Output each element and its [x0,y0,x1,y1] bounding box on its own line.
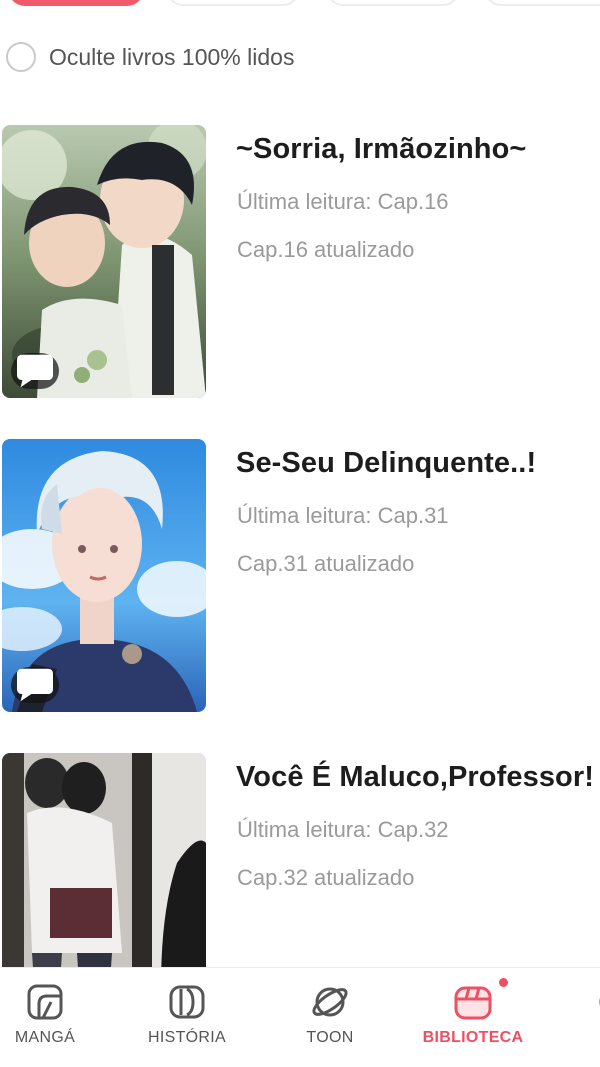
filter-chip[interactable] [326,0,460,6]
book-cover[interactable] [2,125,206,398]
manga-icon [27,984,63,1020]
hide-read-radio[interactable] [6,42,36,72]
planet-icon [312,987,348,1017]
book-update-status: Cap.32 atualizado [237,865,415,890]
nav-label-toon: TOON [306,1029,354,1046]
nav-label-manga: MANGÁ [14,1029,76,1046]
book-item[interactable]: ~Sorria, Irmãozinho~ Última leitura: Cap… [0,125,600,400]
nav-tab-toon[interactable]: TOON [270,968,390,1067]
nav-tab-manga[interactable]: MANGÁ [0,968,105,1067]
hide-read-toggle[interactable]: Oculte livros 100% lidos [6,40,294,74]
comment-icon [11,353,59,389]
book-last-read: Última leitura: Cap.32 [237,817,449,842]
nav-tab-profile[interactable] [556,968,600,1067]
book-item[interactable]: Se-Seu Delinquente..! Última leitura: Ca… [0,439,600,714]
book-title: ~Sorria, Irmãozinho~ [236,133,527,165]
filter-chip[interactable] [484,0,600,6]
hide-read-label: Oculte livros 100% lidos [49,43,295,70]
nav-tab-historia[interactable]: HISTÓRIA [127,968,247,1067]
book-cover[interactable] [2,439,206,712]
book-title: Se-Seu Delinquente..! [236,447,537,479]
library-screen: Oculte livros 100% lidos ~Sorria, Irmãoz… [0,0,600,1067]
nav-tab-biblioteca[interactable]: BIBLIOTECA [413,968,533,1067]
book-last-read: Última leitura: Cap.16 [237,189,449,214]
book-update-status: Cap.16 atualizado [237,237,415,262]
nav-label-biblioteca: BIBLIOTECA [422,1029,524,1046]
library-icon [454,986,492,1020]
filter-chip-bar [0,0,600,8]
book-update-status: Cap.31 atualizado [237,551,415,576]
book-last-read: Última leitura: Cap.31 [237,503,449,528]
filter-chip[interactable] [166,0,300,6]
bottom-navigation: MANGÁ HISTÓRIA TOON BIBLIOTECA [0,967,600,1067]
nav-label-historia: HISTÓRIA [148,1029,226,1046]
book-title: Você É Maluco,Professor! [236,761,595,793]
filter-chip-active[interactable] [8,0,144,6]
comment-icon [11,667,59,703]
profile-icon [599,997,600,1007]
book-icon [169,985,205,1019]
notification-dot [498,977,509,988]
